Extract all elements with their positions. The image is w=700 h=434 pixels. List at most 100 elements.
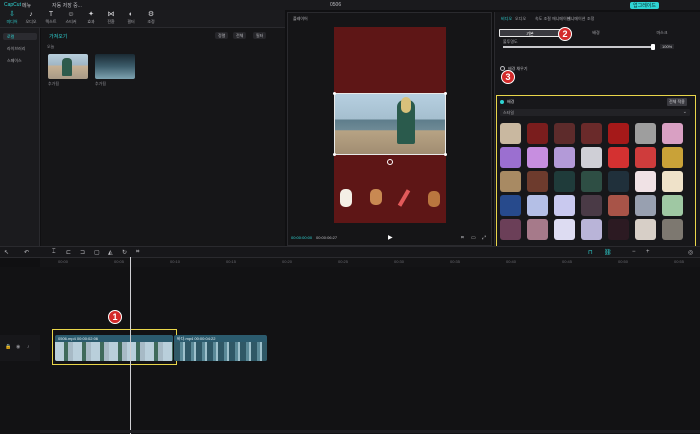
background-swatch[interactable]	[527, 195, 548, 216]
tool-audio[interactable]: ♪ 오디오	[22, 11, 40, 27]
background-swatch[interactable]	[608, 219, 629, 240]
media-thumb-sea[interactable]	[95, 54, 135, 79]
tool-adjust[interactable]: ⚙ 조정	[142, 11, 160, 27]
video-clip-1[interactable]: 0506.mp4 00:00:02:06	[55, 335, 173, 361]
preview-video-frame[interactable]	[334, 93, 446, 155]
magnet-icon[interactable]: ⊓	[588, 249, 593, 256]
background-swatch[interactable]	[554, 123, 575, 144]
upgrade-button[interactable]: 업그레이드	[630, 2, 660, 9]
delete-right-icon[interactable]: ⊐	[80, 249, 85, 256]
style-dropdown[interactable]: 스타일 ⌄	[500, 109, 690, 116]
delete-left-icon[interactable]: ⊏	[66, 249, 71, 256]
tab-speed[interactable]: 속도 조절 애니메이션	[535, 16, 570, 22]
nav-local[interactable]: 로컬	[3, 33, 37, 40]
tool-text[interactable]: T 텍스트	[42, 11, 60, 27]
background-swatch[interactable]	[554, 195, 575, 216]
background-swatch[interactable]	[635, 171, 656, 192]
background-swatch[interactable]	[662, 147, 683, 168]
playhead[interactable]	[130, 257, 131, 434]
resize-handle-br[interactable]	[444, 153, 447, 156]
background-swatch[interactable]	[608, 195, 629, 216]
crop-tool-icon[interactable]: ⌗	[136, 249, 139, 256]
split-icon[interactable]: ⌶	[52, 249, 56, 256]
media-source-nav: 로컬 라이브러리 스페이스	[0, 28, 40, 246]
background-swatch[interactable]	[500, 195, 521, 216]
background-swatch[interactable]	[554, 171, 575, 192]
background-swatch[interactable]	[554, 147, 575, 168]
rotate-handle-icon[interactable]	[387, 159, 393, 165]
media-thumb-girl[interactable]	[48, 54, 88, 79]
mirror-icon[interactable]: ◭	[108, 249, 113, 256]
segment-mask[interactable]: 마스크	[631, 29, 693, 37]
background-swatch[interactable]	[608, 147, 629, 168]
timeline-ruler[interactable]: 00:00 00:05 00:10 00:15 00:20 00:25 00:30 00:35…	[40, 258, 700, 267]
resize-handle-tr[interactable]	[444, 92, 447, 95]
timeline-scrollbar[interactable]	[40, 430, 700, 433]
play-icon[interactable]: ▶	[388, 234, 393, 241]
background-swatch[interactable]	[608, 123, 629, 144]
background-swatch[interactable]	[581, 219, 602, 240]
background-swatch[interactable]	[527, 147, 548, 168]
background-swatch[interactable]	[527, 219, 548, 240]
background-swatch[interactable]	[635, 219, 656, 240]
tool-media[interactable]: ⇩ 미디어	[3, 11, 21, 27]
resize-handle-bl[interactable]	[333, 153, 336, 156]
fit-icon[interactable]: ◎	[688, 249, 693, 256]
zoom-in-icon[interactable]: +	[646, 249, 650, 255]
opacity-slider-track[interactable]	[503, 46, 653, 48]
tool-filter[interactable]: ◐ 필터	[122, 11, 140, 27]
rotate-icon[interactable]: ↻	[122, 249, 127, 256]
lock-icon[interactable]: 🔒	[5, 344, 11, 350]
background-swatch[interactable]	[554, 219, 575, 240]
background-swatch[interactable]	[581, 147, 602, 168]
apply-all-button[interactable]: 전체 적용	[667, 98, 687, 106]
resize-handle-tl[interactable]	[333, 92, 336, 95]
zoom-out-icon[interactable]: −	[632, 249, 636, 255]
delete-icon[interactable]: ▢	[94, 249, 100, 256]
tool-transition[interactable]: ⋈ 전환	[102, 11, 120, 27]
undo-icon[interactable]: ↶	[24, 249, 29, 256]
filter-button[interactable]: 필터	[253, 32, 267, 39]
background-swatch[interactable]	[581, 195, 602, 216]
background-swatch[interactable]	[662, 195, 683, 216]
background-swatch[interactable]	[581, 171, 602, 192]
segment-basic[interactable]: 기본	[499, 29, 561, 37]
tool-sticker[interactable]: ☺ 스티커	[62, 11, 80, 27]
background-swatch[interactable]	[662, 219, 683, 240]
eye-icon[interactable]: ◉	[16, 344, 20, 350]
tab-animation[interactable]: 애니메이션	[567, 16, 585, 22]
background-swatch[interactable]	[500, 171, 521, 192]
background-swatch[interactable]	[635, 123, 656, 144]
background-swatch[interactable]	[635, 147, 656, 168]
tab-video[interactable]: 비디오	[501, 16, 512, 22]
nav-space[interactable]: 스페이스	[3, 57, 37, 64]
fullscreen-icon[interactable]: ⤢	[482, 235, 486, 241]
video-clip-2[interactable]: 바다.mp4 00:00:04:22	[174, 335, 267, 361]
tab-adjust[interactable]: 조정	[587, 16, 594, 22]
background-swatch[interactable]	[527, 123, 548, 144]
opacity-slider-knob[interactable]	[651, 44, 655, 50]
menu-button[interactable]: 메뉴	[22, 2, 31, 9]
background-swatch[interactable]	[500, 219, 521, 240]
link-icon[interactable]: ⛓	[604, 249, 612, 256]
opacity-value[interactable]: 100%	[660, 44, 675, 49]
import-button[interactable]: 가져오기	[49, 33, 67, 40]
background-swatch[interactable]	[500, 123, 521, 144]
background-swatch[interactable]	[581, 123, 602, 144]
all-button[interactable]: 전체	[233, 32, 247, 39]
tab-audio[interactable]: 오디오	[515, 16, 526, 22]
tool-effects[interactable]: ✦ 효과	[82, 11, 100, 27]
select-tool-icon[interactable]: ↖	[4, 249, 9, 256]
sort-button[interactable]: 정렬	[215, 32, 229, 39]
segment-background[interactable]: 배경	[565, 29, 627, 37]
mute-icon[interactable]: ♪	[27, 344, 30, 350]
nav-library[interactable]: 라이브러리	[3, 45, 37, 52]
background-swatch[interactable]	[662, 123, 683, 144]
ratio-icon[interactable]: ▭	[471, 235, 476, 241]
background-swatch[interactable]	[662, 171, 683, 192]
crop-icon[interactable]: ⌗	[461, 235, 464, 241]
background-swatch[interactable]	[608, 171, 629, 192]
background-swatch[interactable]	[635, 195, 656, 216]
background-swatch[interactable]	[500, 147, 521, 168]
background-swatch[interactable]	[527, 171, 548, 192]
